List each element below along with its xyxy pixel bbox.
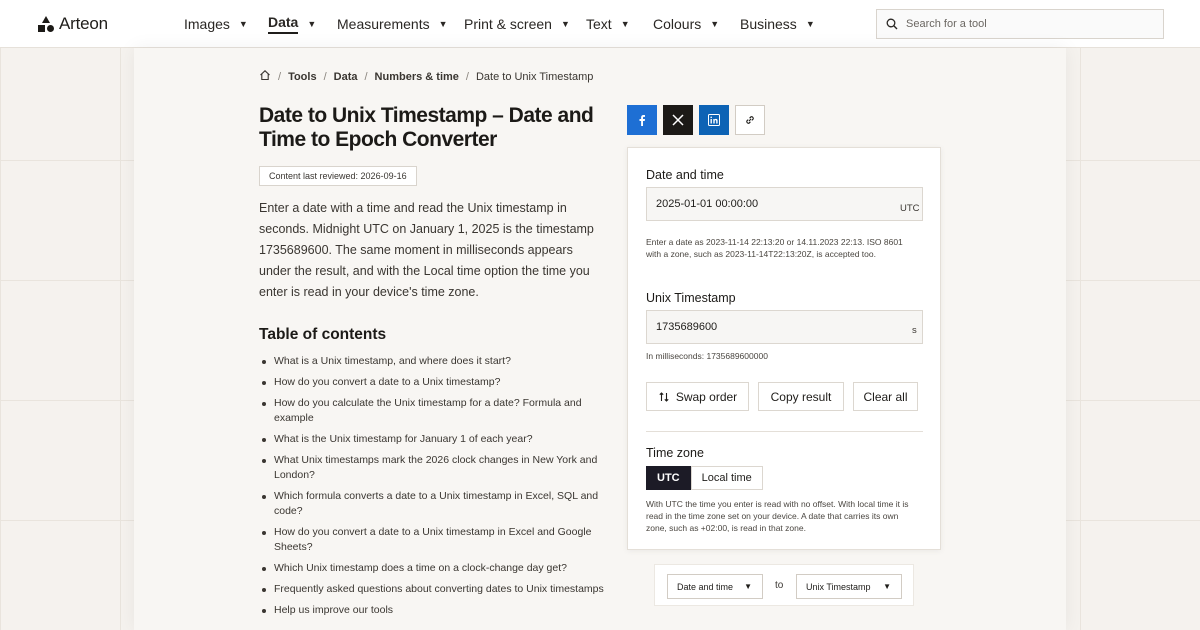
breadcrumb-data[interactable]: Data — [334, 71, 358, 83]
toc-item[interactable]: Frequently asked questions about convert… — [259, 582, 604, 597]
timestamp-value: 1735689600 — [656, 321, 718, 333]
nav-item-print-screen[interactable]: Print & screen ▼ — [464, 0, 586, 48]
nav-label: Text — [586, 16, 612, 32]
timestamp-input[interactable]: 1735689600 s — [646, 310, 923, 344]
time-zone-label: Time zone — [646, 446, 704, 460]
breadcrumb: / Tools / Data / Numbers & time / Date t… — [259, 69, 593, 84]
caret-down-icon: ▼ — [883, 582, 891, 591]
logo[interactable]: Arteon — [38, 14, 108, 34]
from-unit-value: Date and time — [677, 581, 734, 592]
time-zone-toggle: UTC Local time — [646, 466, 763, 490]
toc-item[interactable]: How do you convert a date to a Unix time… — [259, 375, 604, 390]
search-box[interactable] — [876, 9, 1164, 39]
copy-result-button[interactable]: Copy result — [758, 382, 844, 411]
caret-down-icon: ▼ — [238, 19, 248, 29]
site-header: Arteon Images ▼ Data ▼ Measurements ▼ Print… — [0, 0, 1200, 48]
search-input[interactable] — [906, 18, 1146, 30]
toc-item[interactable]: What is the Unix timestamp for January 1… — [259, 432, 604, 447]
share-x-button[interactable] — [663, 105, 693, 135]
nav-label: Images — [184, 16, 230, 32]
toc-item[interactable]: Help us improve our tools — [259, 603, 604, 618]
to-unit-select[interactable]: Unix Timestamp ▼ — [796, 574, 902, 599]
date-value: 2025-01-01 00:00:00 — [656, 198, 759, 210]
caret-down-icon: ▼ — [560, 19, 570, 29]
swap-order-label: Swap order — [675, 389, 738, 404]
nav-item-images[interactable]: Images ▼ — [184, 0, 268, 48]
breadcrumb-separator: / — [465, 70, 469, 83]
converter-panel: Date and time 2025-01-01 00:00:00 UTC En… — [627, 147, 941, 550]
toc-item[interactable]: What Unix timestamps mark the 2026 clock… — [259, 453, 604, 483]
nav-item-text[interactable]: Text ▼ — [586, 0, 653, 48]
toc-heading: Table of contents — [259, 326, 387, 343]
swap-order-button[interactable]: Swap order — [646, 382, 749, 411]
reviewed-badge: Content last reviewed: 2026-09-16 — [259, 166, 417, 186]
share-linkedin-button[interactable] — [699, 105, 729, 135]
breadcrumb-separator: / — [323, 70, 327, 83]
breadcrumb-separator: / — [364, 70, 368, 83]
date-unit: UTC — [900, 203, 920, 214]
caret-down-icon: ▼ — [438, 19, 448, 29]
facebook-icon — [639, 115, 645, 126]
date-input[interactable]: 2025-01-01 00:00:00 UTC — [646, 187, 923, 221]
page-title: Date to Unix Timestamp – Date and Time t… — [259, 104, 594, 151]
nav-item-data[interactable]: Data ▼ — [268, 0, 337, 48]
nav-label: Business — [740, 16, 797, 32]
clear-all-button[interactable]: Clear all — [853, 382, 918, 411]
timestamp-unit: s — [912, 325, 917, 336]
linkedin-icon — [708, 114, 720, 126]
divider — [646, 431, 923, 432]
nav-label: Print & screen — [464, 16, 552, 32]
intro-text: Enter a date with a time and read the Un… — [259, 201, 594, 299]
logo-text: Arteon — [59, 14, 108, 33]
caret-down-icon: ▼ — [710, 19, 720, 29]
date-label: Date and time — [646, 168, 724, 182]
caret-down-icon: ▼ — [307, 19, 317, 29]
link-icon — [746, 116, 754, 124]
toc-item[interactable]: How do you convert a date to a Unix time… — [259, 525, 604, 555]
search-icon — [886, 18, 898, 30]
nav-label: Measurements — [337, 16, 430, 32]
home-icon[interactable] — [259, 69, 271, 84]
breadcrumb-tools[interactable]: Tools — [288, 71, 317, 83]
toc-item[interactable]: What is a Unix timestamp, and where does… — [259, 354, 604, 369]
to-unit-value: Unix Timestamp — [806, 581, 871, 592]
swap-icon — [659, 391, 669, 402]
breadcrumb-numbers-time[interactable]: Numbers & time — [375, 71, 459, 83]
nav-label: Data — [268, 14, 299, 34]
logo-icon — [38, 16, 54, 32]
toc-item[interactable]: Which formula converts a date to a Unix … — [259, 489, 604, 519]
nav-item-business[interactable]: Business ▼ — [740, 0, 820, 48]
milliseconds-note: In milliseconds: 1735689600000 — [646, 351, 768, 361]
table-of-contents: What is a Unix timestamp, and where does… — [259, 354, 604, 624]
caret-down-icon: ▼ — [805, 19, 815, 29]
copy-link-button[interactable] — [735, 105, 765, 135]
nav-item-measurements[interactable]: Measurements ▼ — [337, 0, 464, 48]
clear-all-label: Clear all — [863, 389, 908, 404]
breadcrumb-separator: / — [278, 70, 282, 83]
nav-item-colours[interactable]: Colours ▼ — [653, 0, 740, 48]
time-zone-note: With UTC the time you enter is read with… — [646, 499, 909, 533]
to-word: to — [775, 580, 784, 591]
x-icon — [672, 114, 684, 126]
tz-option-utc[interactable]: UTC — [646, 466, 691, 490]
caret-down-icon: ▼ — [620, 19, 630, 29]
share-facebook-button[interactable] — [627, 105, 657, 135]
conversion-selector: Date and time ▼ to Unix Timestamp ▼ — [654, 564, 914, 606]
copy-result-label: Copy result — [770, 389, 832, 404]
toc-item[interactable]: How do you calculate the Unix timestamp … — [259, 396, 604, 426]
nav-label: Colours — [653, 16, 702, 32]
caret-down-icon: ▼ — [744, 582, 752, 591]
share-bar — [627, 105, 765, 135]
tz-option-local[interactable]: Local time — [690, 466, 763, 490]
date-hint: Enter a date as 2023-11-14 22:13:20 or 1… — [646, 237, 903, 259]
breadcrumb-current: Date to Unix Timestamp — [475, 70, 594, 83]
toc-item[interactable]: Which Unix timestamp does a time on a cl… — [259, 561, 604, 576]
main-nav: Images ▼ Data ▼ Measurements ▼ Print & scre… — [184, 0, 820, 48]
from-unit-select[interactable]: Date and time ▼ — [667, 574, 763, 599]
timestamp-label: Unix Timestamp — [646, 291, 736, 305]
